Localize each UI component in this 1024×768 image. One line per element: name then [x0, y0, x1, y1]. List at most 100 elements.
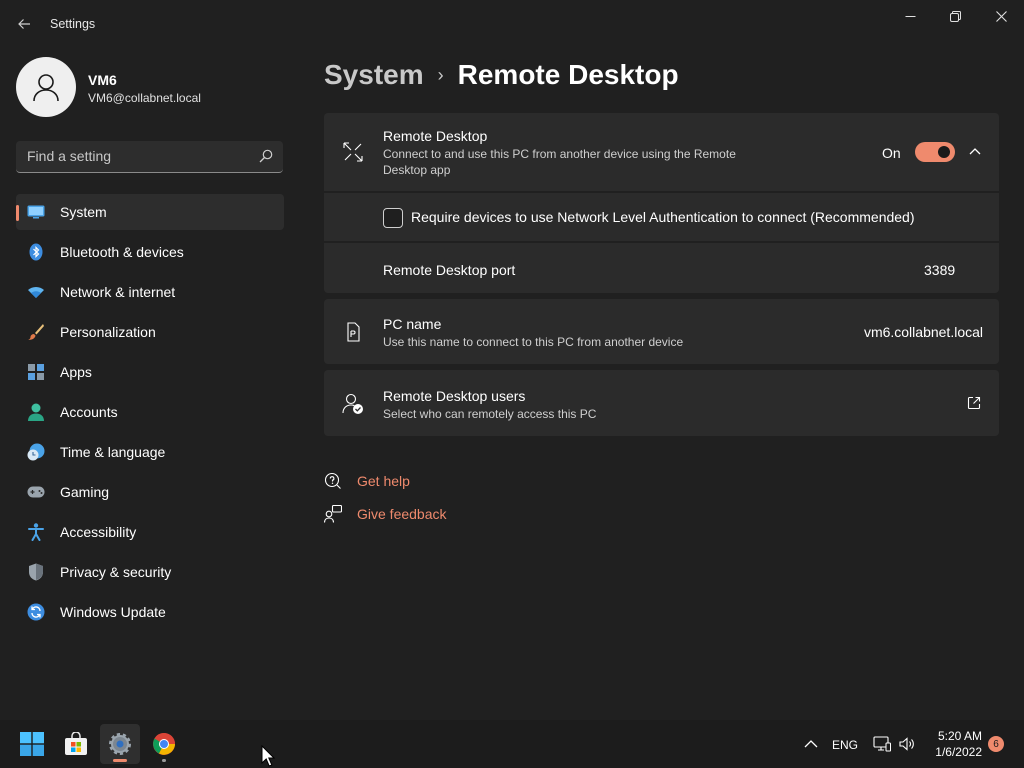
wifi-icon: [27, 283, 45, 301]
remote-desktop-description: Connect to and use this PC from another …: [383, 147, 736, 161]
user-email: VM6@collabnet.local: [88, 91, 201, 105]
sidebar-item-label: Apps: [60, 364, 92, 380]
person-icon: [33, 74, 59, 102]
sidebar-item-bluetooth[interactable]: Bluetooth & devices: [16, 234, 284, 270]
back-arrow-icon: [18, 19, 30, 29]
help-chat-icon: [324, 472, 342, 490]
apps-icon: [27, 363, 45, 381]
back-button[interactable]: [12, 12, 36, 36]
clock-globe-icon: [27, 443, 45, 461]
chevron-right-icon: ›: [437, 64, 444, 85]
remote-desktop-card[interactable]: Remote Desktop Connect to and use this P…: [324, 113, 999, 191]
sidebar-item-privacy[interactable]: Privacy & security: [16, 554, 284, 590]
feedback-icon: [324, 505, 342, 523]
chevron-up-icon[interactable]: [803, 736, 819, 752]
accessibility-icon: [27, 523, 45, 541]
sidebar-item-windows-update[interactable]: Windows Update: [16, 594, 284, 630]
bluetooth-icon: [27, 243, 45, 261]
restore-button[interactable]: [932, 4, 978, 28]
give-feedback-label[interactable]: Give feedback: [357, 506, 447, 522]
close-button[interactable]: [978, 4, 1024, 28]
update-icon: [27, 603, 45, 621]
sidebar-item-label: Windows Update: [60, 604, 166, 620]
sidebar-item-label: Personalization: [60, 324, 156, 340]
sidebar-item-label: Accounts: [60, 404, 118, 420]
pc-name-title: PC name: [383, 316, 442, 332]
remote-desktop-description-cont: Desktop app: [383, 163, 451, 177]
sidebar-item-apps[interactable]: Apps: [16, 354, 284, 390]
breadcrumb-parent[interactable]: System: [324, 59, 424, 91]
nla-label[interactable]: Require devices to use Network Level Aut…: [411, 209, 915, 225]
language-indicator[interactable]: ENG: [832, 738, 858, 752]
start-icon: [20, 732, 44, 756]
shield-icon: [27, 563, 45, 581]
search-box[interactable]: [16, 141, 283, 173]
toggle-state-label: On: [882, 145, 901, 161]
restore-icon: [949, 10, 961, 22]
user-name: VM6: [88, 72, 117, 88]
remote-desktop-title: Remote Desktop: [383, 128, 488, 144]
app-title: Settings: [50, 17, 96, 31]
pc-name-card: PC name Use this name to connect to this…: [324, 299, 999, 364]
chrome-icon: [153, 733, 175, 755]
search-icon[interactable]: [259, 149, 273, 163]
volume-icon[interactable]: [898, 735, 916, 753]
sidebar-item-label: Time & language: [60, 444, 166, 460]
start-button[interactable]: [12, 724, 52, 764]
accounts-icon: [27, 403, 45, 421]
sidebar-item-system[interactable]: System: [16, 194, 284, 230]
external-link-icon[interactable]: [967, 396, 981, 410]
remote-desktop-toggle[interactable]: [915, 142, 955, 162]
settings-app-button[interactable]: [100, 724, 140, 764]
remote-desktop-icon: [342, 141, 364, 163]
store-icon: [65, 732, 87, 755]
sidebar-item-label: Bluetooth & devices: [60, 244, 184, 260]
sidebar-item-accessibility[interactable]: Accessibility: [16, 514, 284, 550]
sidebar-item-label: Accessibility: [60, 524, 137, 540]
settings-icon: [109, 733, 131, 755]
clock-time[interactable]: 5:20 AM: [930, 729, 982, 743]
minimize-button[interactable]: [887, 4, 933, 28]
active-app-indicator: [113, 759, 127, 762]
get-help-label[interactable]: Get help: [357, 473, 410, 489]
remote-desktop-users-card[interactable]: Remote Desktop users Select who can remo…: [324, 370, 999, 436]
network-icon[interactable]: [873, 735, 891, 753]
pc-name-value: vm6.collabnet.local: [863, 324, 983, 340]
page-title: Remote Desktop: [457, 59, 679, 90]
mouse-cursor-icon: [261, 745, 275, 767]
sidebar-item-label: Privacy & security: [60, 564, 172, 580]
clock-date[interactable]: 1/6/2022: [930, 745, 982, 759]
sidebar-nav: System Bluetooth & devices Network & int…: [16, 194, 284, 634]
user-check-icon: [342, 393, 364, 415]
taskbar: ENG 5:20 AM 1/6/2022 6: [0, 720, 1024, 768]
rd-users-title: Remote Desktop users: [383, 388, 526, 404]
nla-setting-row: Require devices to use Network Level Aut…: [324, 193, 999, 241]
sidebar-item-time-language[interactable]: Time & language: [16, 434, 284, 470]
brush-icon: [27, 323, 45, 341]
sidebar-item-label: System: [60, 204, 107, 220]
pc-name-description: Use this name to connect to this PC from…: [383, 335, 684, 349]
title-bar: Settings: [0, 0, 1024, 48]
toggle-knob: [938, 146, 950, 158]
notification-badge[interactable]: 6: [988, 736, 1004, 752]
system-icon: [27, 203, 45, 221]
running-app-indicator: [162, 759, 166, 762]
get-help-link[interactable]: Get help: [324, 472, 410, 490]
rd-users-description: Select who can remotely access this PC: [383, 407, 597, 421]
minimize-icon: [905, 15, 915, 17]
nla-checkbox[interactable]: [383, 208, 403, 228]
pc-tower-icon: [342, 321, 364, 343]
port-label: Remote Desktop port: [383, 262, 516, 278]
avatar[interactable]: [16, 57, 76, 117]
sidebar-item-personalization[interactable]: Personalization: [16, 314, 284, 350]
give-feedback-link[interactable]: Give feedback: [324, 505, 447, 523]
chrome-app-button[interactable]: [144, 724, 184, 764]
search-input[interactable]: [16, 141, 246, 171]
sidebar-item-label: Gaming: [60, 484, 110, 500]
sidebar-item-accounts[interactable]: Accounts: [16, 394, 284, 430]
store-app-button[interactable]: [56, 724, 96, 764]
chevron-up-icon[interactable]: [967, 144, 983, 160]
sidebar-item-gaming[interactable]: Gaming: [16, 474, 284, 510]
close-icon: [995, 10, 1007, 22]
sidebar-item-network[interactable]: Network & internet: [16, 274, 284, 310]
